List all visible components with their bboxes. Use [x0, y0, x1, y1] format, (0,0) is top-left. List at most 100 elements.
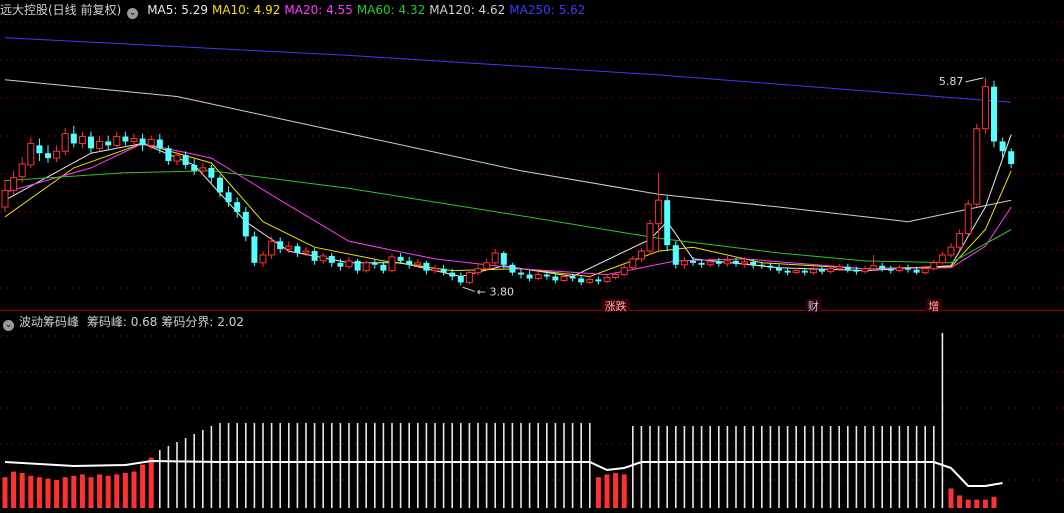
candle[interactable]: [345, 256, 353, 269]
candle[interactable]: [251, 231, 258, 266]
max-price-label: 5.87: [939, 75, 964, 88]
chevron-down-icon[interactable]: ⌄: [3, 320, 14, 331]
candle[interactable]: [819, 266, 825, 275]
candle[interactable]: [362, 260, 370, 273]
candle[interactable]: [491, 249, 499, 265]
candle[interactable]: [88, 131, 94, 154]
candle[interactable]: [474, 264, 482, 276]
candle[interactable]: [680, 256, 688, 269]
candle[interactable]: [440, 264, 447, 276]
candlestick-series[interactable]: [1, 77, 1015, 286]
event-tag[interactable]: 财: [805, 299, 822, 313]
candle[interactable]: [552, 273, 559, 284]
candle[interactable]: [879, 262, 886, 272]
candle[interactable]: [225, 186, 232, 208]
candle[interactable]: [938, 252, 946, 265]
candle[interactable]: [122, 131, 129, 146]
candle[interactable]: [895, 264, 903, 273]
candle[interactable]: [956, 229, 964, 251]
candle[interactable]: [964, 200, 972, 237]
candle[interactable]: [1, 179, 9, 212]
candle[interactable]: [354, 258, 361, 274]
candle[interactable]: [603, 274, 611, 284]
chip-bar-low: [36, 477, 42, 508]
candle[interactable]: [182, 151, 189, 169]
candle[interactable]: [999, 137, 1006, 159]
candle[interactable]: [397, 253, 404, 264]
candle[interactable]: [947, 243, 955, 258]
candle[interactable]: [930, 259, 938, 271]
candle[interactable]: [277, 237, 284, 254]
candle[interactable]: [887, 265, 894, 274]
candle[interactable]: [311, 248, 318, 265]
candle[interactable]: [380, 261, 387, 274]
candle[interactable]: [371, 258, 378, 269]
candle[interactable]: [18, 157, 26, 183]
candle[interactable]: [259, 251, 267, 267]
candle[interactable]: [165, 145, 172, 165]
candle[interactable]: [518, 268, 524, 279]
candle[interactable]: [664, 196, 671, 252]
event-tag[interactable]: 增: [925, 299, 942, 313]
candle[interactable]: [268, 236, 276, 259]
candle[interactable]: [457, 272, 464, 286]
candle[interactable]: [870, 254, 878, 271]
candle[interactable]: [973, 123, 981, 208]
chevron-down-icon[interactable]: ⌄: [127, 8, 139, 19]
candle[interactable]: [509, 262, 516, 276]
candle[interactable]: [328, 253, 335, 267]
candle[interactable]: [706, 257, 714, 267]
candle[interactable]: [61, 127, 69, 156]
candle[interactable]: [45, 145, 51, 163]
candle[interactable]: [991, 80, 997, 148]
candle[interactable]: [191, 159, 198, 175]
candle[interactable]: [465, 269, 473, 285]
candle[interactable]: [217, 174, 223, 198]
candle[interactable]: [208, 164, 215, 183]
candle[interactable]: [809, 266, 817, 275]
candle[interactable]: [905, 264, 911, 273]
candle[interactable]: [646, 219, 654, 255]
candle[interactable]: [78, 131, 86, 149]
candle[interactable]: [776, 264, 782, 274]
candle[interactable]: [844, 263, 851, 273]
candle[interactable]: [629, 255, 637, 271]
candle[interactable]: [723, 255, 731, 267]
candle[interactable]: [1008, 148, 1015, 168]
candle[interactable]: [620, 264, 628, 277]
event-tag[interactable]: 涨跌: [601, 299, 630, 313]
candle[interactable]: [156, 133, 163, 154]
candle[interactable]: [96, 135, 104, 152]
candle[interactable]: [53, 145, 61, 163]
candle[interactable]: [690, 256, 696, 266]
candle[interactable]: [861, 265, 869, 274]
candle[interactable]: [431, 264, 439, 274]
candle[interactable]: [113, 131, 121, 149]
candle[interactable]: [595, 276, 602, 285]
candle[interactable]: [655, 172, 663, 252]
candle[interactable]: [672, 241, 679, 269]
chip-bar-low: [19, 473, 25, 508]
candle[interactable]: [534, 271, 542, 281]
candle[interactable]: [105, 135, 112, 150]
candle[interactable]: [586, 276, 594, 285]
candle[interactable]: [578, 275, 585, 286]
candle[interactable]: [388, 254, 396, 273]
candle[interactable]: [423, 260, 430, 275]
candle[interactable]: [767, 262, 774, 271]
candle[interactable]: [10, 170, 18, 195]
candle[interactable]: [294, 243, 301, 257]
candle[interactable]: [483, 258, 491, 271]
candle[interactable]: [319, 253, 327, 264]
candle[interactable]: [27, 137, 35, 168]
candle[interactable]: [199, 163, 207, 175]
candle[interactable]: [784, 267, 791, 276]
candle[interactable]: [147, 135, 155, 150]
candle[interactable]: [36, 138, 43, 162]
candle[interactable]: [70, 125, 77, 148]
candle[interactable]: [130, 133, 138, 146]
candle[interactable]: [526, 270, 533, 282]
candle[interactable]: [981, 77, 989, 134]
candle[interactable]: [406, 256, 413, 269]
candle[interactable]: [242, 207, 249, 242]
